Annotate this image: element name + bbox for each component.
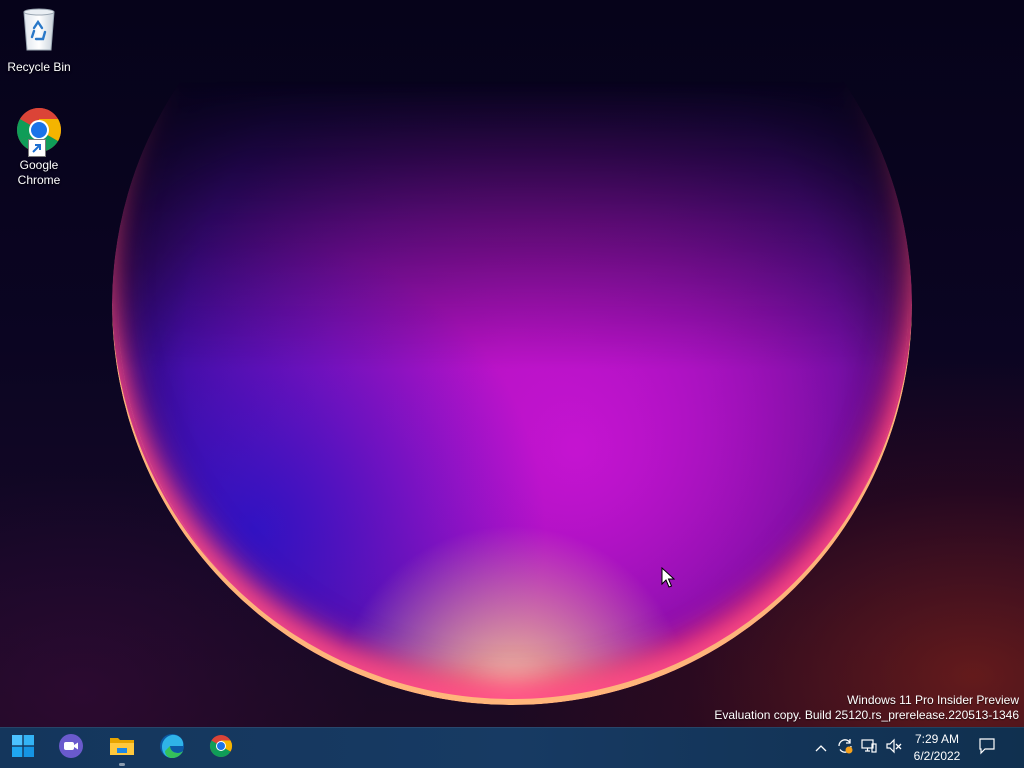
tray-network-button[interactable] (859, 738, 879, 758)
tray-sync-button[interactable] (835, 738, 855, 758)
network-icon (860, 737, 878, 760)
watermark-line-2: Evaluation copy. Build 25120.rs_prerelea… (714, 708, 1019, 722)
chrome-icon (15, 106, 63, 157)
evaluation-watermark: Windows 11 Pro Insider Preview Evaluatio… (714, 693, 1019, 723)
video-camera-icon (58, 733, 84, 764)
edge-icon (159, 733, 185, 764)
wallpaper-bloom (112, 0, 912, 705)
desktop-icon-recycle-bin[interactable]: Recycle Bin (2, 6, 76, 75)
taskbar-edge-button[interactable] (152, 728, 192, 768)
sync-icon (836, 737, 854, 760)
shortcut-arrow-icon (28, 139, 46, 157)
desktop-icon-label: Google Chrome (17, 158, 61, 187)
volume-muted-icon (885, 737, 903, 760)
recycle-bin-icon (2, 6, 76, 56)
chevron-up-icon (815, 739, 827, 757)
tray-volume-button[interactable] (884, 738, 904, 758)
chrome-icon (209, 734, 233, 763)
taskbar-meet-button[interactable] (51, 728, 91, 768)
desktop-icon-google-chrome[interactable]: Google Chrome (2, 106, 76, 188)
show-hidden-icons-button[interactable] (811, 738, 831, 758)
taskbar: 7:29 AM 6/2/2022 (0, 727, 1024, 768)
desktop[interactable]: Recycle Bin Google Chrome Windows 11 Pro… (0, 0, 1024, 768)
folder-icon (109, 735, 135, 762)
taskbar-chrome-button[interactable] (201, 728, 241, 768)
clock-date: 6/2/2022 (913, 749, 961, 763)
chat-bubble-icon (978, 737, 996, 760)
start-button[interactable] (3, 728, 43, 768)
clock-time: 7:29 AM (914, 732, 960, 746)
watermark-line-1: Windows 11 Pro Insider Preview (847, 693, 1019, 707)
windows-logo-icon (12, 734, 34, 762)
mouse-cursor-icon (661, 566, 676, 594)
desktop-icon-label: Recycle Bin (7, 60, 71, 74)
running-indicator (119, 763, 125, 766)
notification-center-button[interactable] (977, 737, 997, 760)
taskbar-file-explorer-button[interactable] (102, 728, 142, 768)
taskbar-clock[interactable]: 7:29 AM 6/2/2022 (904, 731, 970, 765)
